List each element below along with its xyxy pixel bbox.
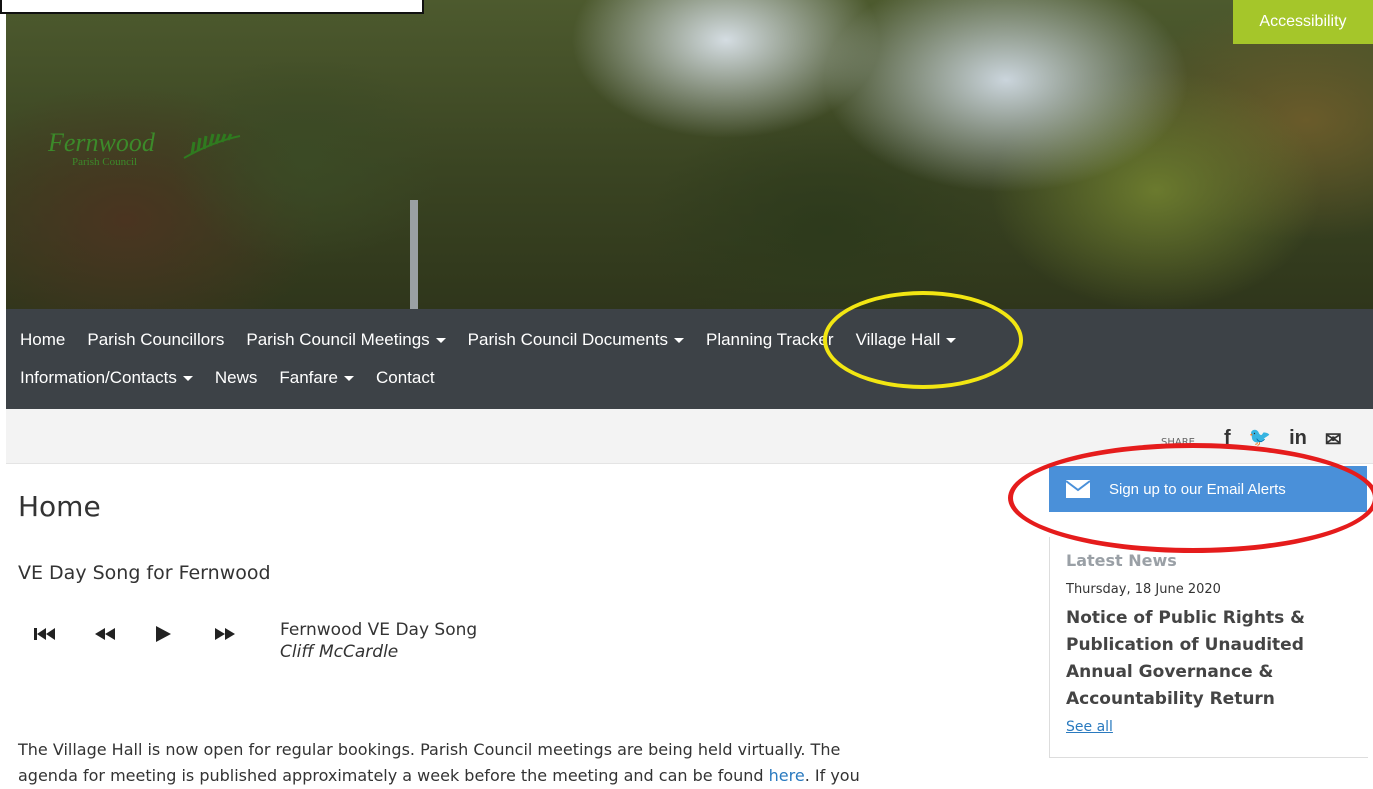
nav-item-parish-council-documents[interactable]: Parish Council Documents [468,330,684,350]
track-artist: Cliff McCardle [280,642,399,662]
email-icon[interactable]: ✉ [1325,427,1342,452]
audio-player [34,622,274,646]
nav-item-home[interactable]: Home [20,330,65,350]
nav-item-planning-tracker[interactable]: Planning Tracker [706,330,834,350]
news-title[interactable]: Notice of Public Rights & Publication of… [1066,605,1356,713]
nav-label: Parish Council Documents [467,330,668,349]
latest-news-panel: Latest News Thursday, 18 June 2020 Notic… [1049,537,1368,758]
caret-down-icon [343,376,354,382]
play-icon [156,626,171,642]
track-title: Fernwood VE Day Song [280,620,478,640]
nav-label: Parish Council Meetings [246,330,430,349]
redaction-box [0,0,424,14]
site-logo[interactable]: Fernwood Parish Council [46,128,246,178]
linkedin-icon[interactable]: in [1289,427,1307,452]
caret-down-icon [182,376,193,382]
body-paragraph: The Village Hall is now open for regular… [18,737,998,789]
body-line-2-end: . If you [804,766,860,785]
rewind-icon [95,628,115,640]
page-subtitle: VE Day Song for Fernwood [18,562,271,584]
nav-row-2: Information/Contacts News Fanfare Contac… [20,363,457,393]
nav-item-fanfare[interactable]: Fanfare [279,368,354,388]
nav-item-information-contacts[interactable]: Information/Contacts [20,368,193,388]
fast-forward-icon [215,628,235,640]
nav-label: Information/Contacts [20,368,177,387]
caret-down-icon [673,338,684,344]
nav-item-parish-councillors[interactable]: Parish Councillors [87,330,224,350]
previous-track-button[interactable] [34,622,94,646]
caret-down-icon [435,338,446,344]
annotation-ellipse-red [1008,443,1373,553]
logo-subtext: Parish Council [72,156,138,168]
accessibility-button[interactable]: Accessibility [1233,0,1373,44]
skip-back-icon [34,628,55,640]
fern-icon [183,133,241,159]
logo-text: Fernwood [48,128,155,157]
news-date: Thursday, 18 June 2020 [1066,582,1221,597]
play-button[interactable] [154,622,214,646]
latest-news-heading: Latest News [1066,551,1177,570]
nav-item-contact[interactable]: Contact [376,368,435,388]
rewind-button[interactable] [94,622,154,646]
main-nav: Home Parish Councillors Parish Council M… [6,309,1373,409]
nav-label: Fanfare [279,368,338,387]
body-line-2: agenda for meeting is published approxim… [18,766,769,785]
lamp-post [410,200,418,309]
body-line-1: The Village Hall is now open for regular… [18,740,841,759]
fast-forward-button[interactable] [214,622,274,646]
agenda-link[interactable]: here [769,766,805,785]
nav-item-parish-council-meetings[interactable]: Parish Council Meetings [246,330,446,350]
hero-banner: Fernwood Parish Council Accessibility [6,0,1373,309]
see-all-link[interactable]: See all [1066,719,1113,735]
page-title: Home [18,490,101,523]
nav-item-news[interactable]: News [215,368,258,388]
annotation-ellipse-yellow [823,291,1023,389]
track-info: Fernwood VE Day Song Cliff McCardle [280,620,477,662]
